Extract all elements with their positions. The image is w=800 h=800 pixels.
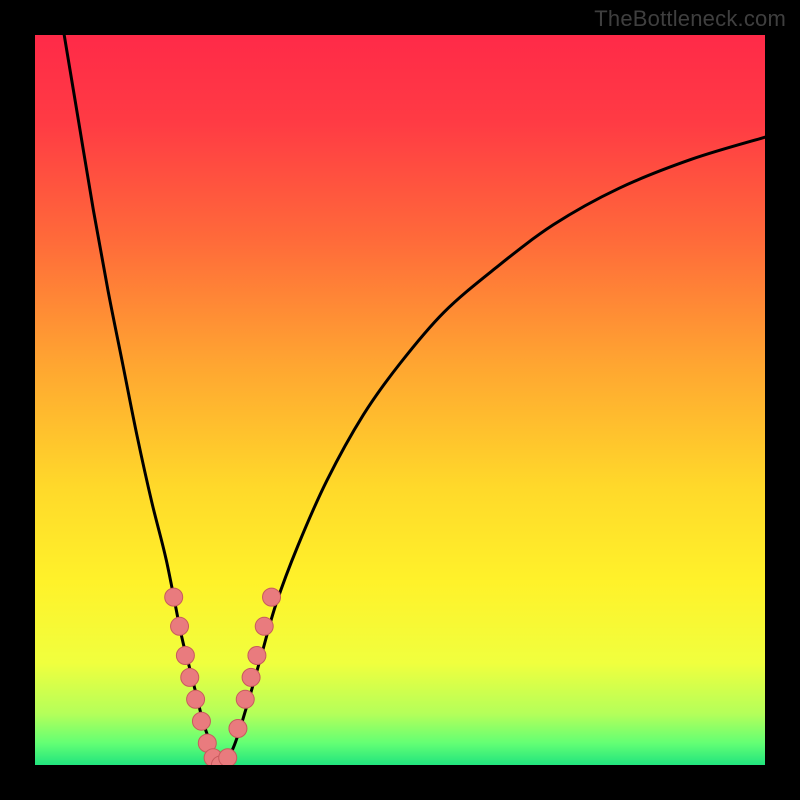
data-marker (219, 749, 237, 765)
watermark-label: TheBottleneck.com (594, 6, 786, 32)
data-marker (171, 617, 189, 635)
data-marker (229, 720, 247, 738)
marker-group (165, 588, 281, 765)
data-marker (181, 668, 199, 686)
chart-canvas (35, 35, 765, 765)
data-marker (192, 712, 210, 730)
data-marker (165, 588, 183, 606)
data-marker (176, 647, 194, 665)
data-marker (255, 617, 273, 635)
data-marker (236, 690, 254, 708)
data-marker (242, 668, 260, 686)
data-marker (187, 690, 205, 708)
chart-frame: TheBottleneck.com (0, 0, 800, 800)
plot-area (35, 35, 765, 765)
data-marker (263, 588, 281, 606)
series-bottleneck-right-branch (218, 137, 766, 765)
series-group (64, 35, 765, 765)
data-marker (248, 647, 266, 665)
